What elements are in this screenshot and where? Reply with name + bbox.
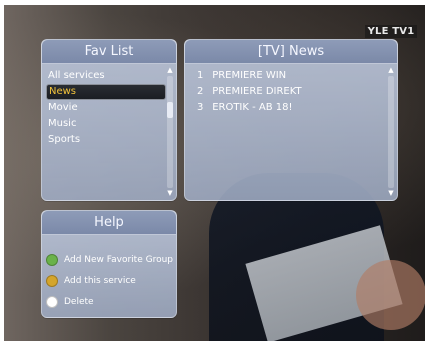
help-panel: Help Add New Favorite Group Add this ser…: [41, 210, 177, 318]
scroll-down-arrow-icon[interactable]: ▼: [166, 190, 174, 197]
help-add-service: Add this service: [46, 270, 174, 291]
fav-item-music[interactable]: Music: [46, 116, 166, 132]
background-hand: [356, 260, 425, 330]
green-button-icon: [46, 253, 58, 266]
help-list: Add New Favorite Group Add this service …: [46, 249, 174, 312]
service-number: 1: [197, 70, 204, 81]
scroll-up-arrow-icon[interactable]: ▲: [387, 67, 395, 74]
fav-list: All services News Movie Music Sports: [46, 68, 166, 148]
service-name: EROTIK - AB 18!: [212, 102, 293, 113]
help-title: Help: [42, 211, 176, 235]
help-label: Add New Favorite Group: [64, 254, 174, 265]
service-list-scrollbar[interactable]: ▲ ▼: [387, 67, 395, 197]
service-name: PREMIERE DIREKT: [212, 86, 302, 97]
scroll-track[interactable]: [167, 76, 173, 188]
fav-item-all-services[interactable]: All services: [46, 68, 166, 84]
service-number: 3: [197, 102, 204, 113]
help-label: Add this service: [64, 275, 136, 286]
fav-list-scrollbar[interactable]: ▲ ▼: [166, 67, 174, 197]
service-name: PREMIERE WIN: [212, 70, 287, 81]
yellow-button-icon: [46, 274, 58, 287]
service-list-panel: [TV] News 1 PREMIERE WIN 2 PREMIERE DIRE…: [184, 39, 398, 201]
service-list: 1 PREMIERE WIN 2 PREMIERE DIREKT 3 EROTI…: [197, 68, 377, 116]
service-item[interactable]: 3 EROTIK - AB 18!: [197, 100, 377, 116]
channel-logo: YLE TV1: [365, 25, 417, 38]
scroll-thumb[interactable]: [167, 102, 173, 118]
help-add-group: Add New Favorite Group: [46, 249, 174, 270]
scroll-up-arrow-icon[interactable]: ▲: [166, 67, 174, 74]
fav-item-sports[interactable]: Sports: [46, 132, 166, 148]
fav-list-panel: Fav List All services News Movie Music S…: [41, 39, 177, 201]
help-delete: Delete: [46, 291, 174, 312]
service-number: 2: [197, 86, 204, 97]
fav-list-title: Fav List: [42, 40, 176, 64]
service-list-title: [TV] News: [185, 40, 397, 64]
white-button-icon: [46, 295, 58, 308]
service-item[interactable]: 2 PREMIERE DIREKT: [197, 84, 377, 100]
fav-item-news[interactable]: News: [46, 84, 166, 100]
service-item[interactable]: 1 PREMIERE WIN: [197, 68, 377, 84]
help-label: Delete: [64, 296, 94, 307]
scroll-track[interactable]: [388, 76, 394, 188]
fav-item-movie[interactable]: Movie: [46, 100, 166, 116]
scroll-down-arrow-icon[interactable]: ▼: [387, 190, 395, 197]
